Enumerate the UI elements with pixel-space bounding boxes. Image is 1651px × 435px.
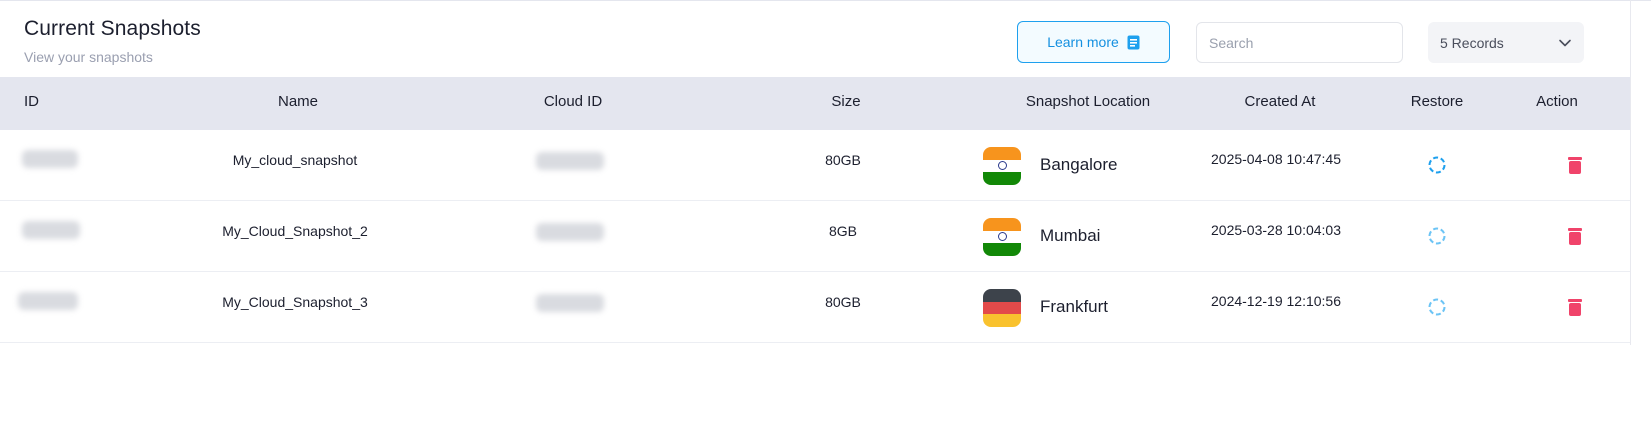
book-icon bbox=[1127, 35, 1140, 49]
germany-flag-icon bbox=[983, 289, 1021, 327]
trash-icon[interactable] bbox=[1568, 298, 1582, 316]
redacted-cloud-id bbox=[536, 223, 604, 241]
trash-icon[interactable] bbox=[1568, 227, 1582, 245]
column-header-created-at: Created At bbox=[1244, 93, 1316, 110]
column-header-id: ID bbox=[24, 93, 39, 110]
panel-right-border bbox=[1630, 0, 1631, 345]
created-at: 2025-04-08 10:47:45 bbox=[1211, 151, 1341, 167]
redacted-cloud-id bbox=[536, 152, 604, 170]
created-at: 2024-12-19 12:10:56 bbox=[1211, 293, 1341, 309]
column-header-snapshot-location: Snapshot Location bbox=[1025, 93, 1151, 110]
top-divider bbox=[0, 0, 1651, 1]
learn-more-button[interactable]: Learn more bbox=[1017, 21, 1170, 63]
table-row: My_Cloud_Snapshot_3 80GB Frankfurt 2024-… bbox=[0, 272, 1630, 343]
india-flag-icon bbox=[983, 147, 1021, 185]
trash-icon[interactable] bbox=[1568, 156, 1582, 174]
snapshot-location: Mumbai bbox=[1040, 226, 1101, 245]
restore-icon[interactable] bbox=[1427, 226, 1447, 246]
page-subtitle: View your snapshots bbox=[24, 49, 153, 65]
snapshot-size: 8GB bbox=[828, 223, 858, 239]
column-header-action: Action bbox=[1536, 93, 1578, 110]
snapshots-panel: Current Snapshots View your snapshots Le… bbox=[0, 0, 1651, 435]
snapshot-name: My_Cloud_Snapshot_2 bbox=[222, 223, 368, 239]
column-header-name: Name bbox=[277, 93, 319, 110]
table-row: My_cloud_snapshot 80GB Bangalore 2025-04… bbox=[0, 130, 1630, 201]
snapshot-location: Bangalore bbox=[1040, 155, 1118, 174]
column-header-size: Size bbox=[831, 93, 861, 110]
restore-icon[interactable] bbox=[1427, 155, 1447, 175]
learn-more-label: Learn more bbox=[1047, 34, 1119, 50]
records-per-page-select[interactable]: 5 Records bbox=[1428, 22, 1584, 63]
created-at: 2025-03-28 10:04:03 bbox=[1211, 222, 1341, 238]
chevron-down-icon bbox=[1559, 39, 1571, 46]
table-row: My_Cloud_Snapshot_2 8GB Mumbai 2025-03-2… bbox=[0, 201, 1630, 272]
india-flag-icon bbox=[983, 218, 1021, 256]
redacted-cloud-id bbox=[536, 294, 604, 312]
records-select-value: 5 Records bbox=[1440, 34, 1504, 51]
snapshot-size: 80GB bbox=[825, 152, 861, 168]
column-header-restore: Restore bbox=[1410, 93, 1464, 110]
snapshot-size: 80GB bbox=[825, 294, 861, 310]
snapshot-location: Frankfurt bbox=[1040, 297, 1109, 316]
redacted-id bbox=[22, 150, 78, 168]
column-header-cloud-id: Cloud ID bbox=[543, 93, 603, 110]
redacted-id bbox=[22, 221, 80, 239]
restore-icon[interactable] bbox=[1427, 297, 1447, 317]
redacted-id bbox=[18, 292, 78, 310]
snapshot-name: My_cloud_snapshot bbox=[232, 152, 358, 168]
page-title: Current Snapshots bbox=[24, 17, 201, 40]
search-input[interactable] bbox=[1196, 22, 1403, 63]
snapshot-name: My_Cloud_Snapshot_3 bbox=[222, 294, 368, 310]
table-header bbox=[0, 77, 1630, 130]
